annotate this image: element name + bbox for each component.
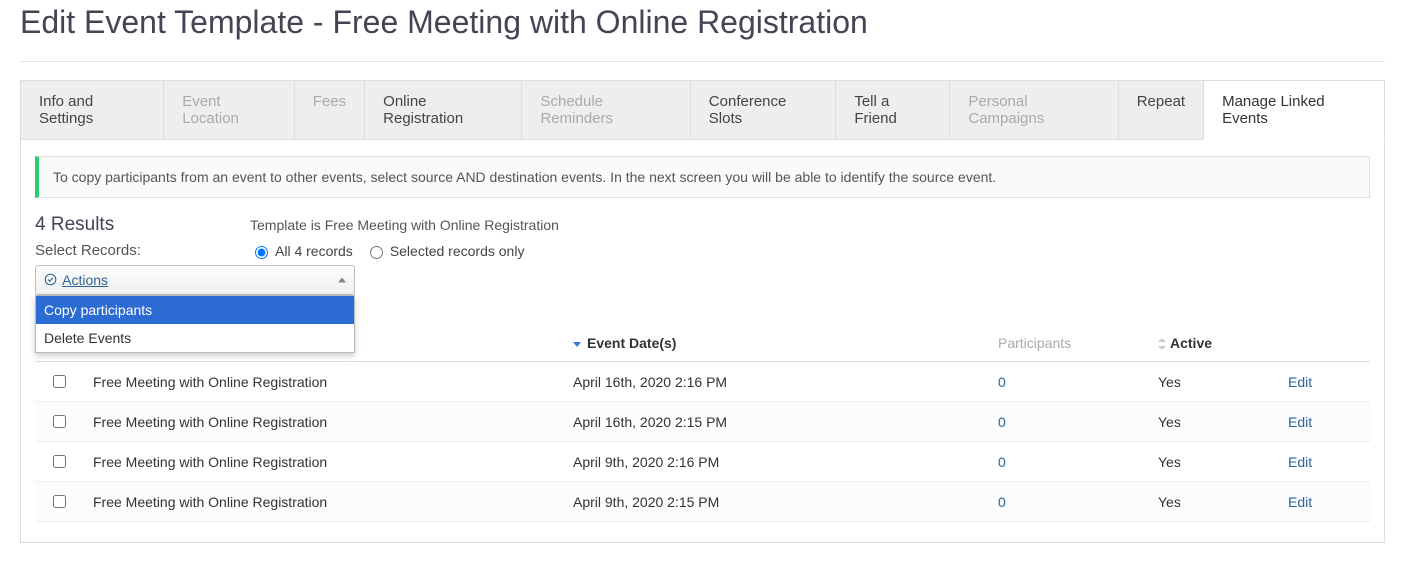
col-event-dates-label: Event Date(s): [587, 335, 676, 351]
cell-edit: Edit: [1280, 362, 1370, 402]
tab-fees: Fees: [294, 80, 364, 140]
cell-event: Free Meeting with Online Registration: [85, 362, 565, 402]
table-row: Free Meeting with Online RegistrationApr…: [35, 402, 1370, 442]
edit-link[interactable]: Edit: [1288, 454, 1312, 470]
table-row: Free Meeting with Online RegistrationApr…: [35, 482, 1370, 522]
col-participants-label: Participants: [998, 335, 1071, 351]
cell-date: April 16th, 2020 2:15 PM: [565, 402, 990, 442]
participants-link[interactable]: 0: [998, 494, 1006, 510]
check-circle-icon: [44, 273, 57, 286]
tab-repeat[interactable]: Repeat: [1118, 80, 1203, 140]
cell-date: April 9th, 2020 2:15 PM: [565, 482, 990, 522]
cell-active: Yes: [1150, 482, 1280, 522]
actions-label: Actions: [62, 272, 108, 288]
select-records-label: Select Records:: [35, 242, 250, 259]
col-event-dates[interactable]: Event Date(s): [565, 325, 990, 362]
participants-link[interactable]: 0: [998, 374, 1006, 390]
actions-menu-item-delete-events[interactable]: Delete Events: [36, 324, 354, 352]
info-message: To copy participants from an event to ot…: [35, 156, 1370, 198]
cell-active: Yes: [1150, 362, 1280, 402]
tab-manage-linked-events[interactable]: Manage Linked Events: [1203, 80, 1385, 140]
cell-event: Free Meeting with Online Registration: [85, 482, 565, 522]
events-table: Event Event Date(s) Participants Active …: [35, 325, 1370, 522]
radio-all-records-input[interactable]: [255, 246, 268, 259]
radio-selected-only-label: Selected records only: [390, 243, 525, 259]
edit-link[interactable]: Edit: [1288, 374, 1312, 390]
radio-selected-only-input[interactable]: [370, 246, 383, 259]
cell-participants: 0: [990, 482, 1150, 522]
cell-participants: 0: [990, 442, 1150, 482]
cell-active: Yes: [1150, 442, 1280, 482]
col-active[interactable]: Active: [1150, 325, 1280, 362]
cell-event: Free Meeting with Online Registration: [85, 402, 565, 442]
row-checkbox[interactable]: [53, 375, 66, 388]
cell-participants: 0: [990, 362, 1150, 402]
table-row: Free Meeting with Online RegistrationApr…: [35, 442, 1370, 482]
cell-date: April 9th, 2020 2:16 PM: [565, 442, 990, 482]
participants-link[interactable]: 0: [998, 454, 1006, 470]
cell-active: Yes: [1150, 402, 1280, 442]
tab-conference-slots[interactable]: Conference Slots: [690, 80, 836, 140]
page-title: Edit Event Template - Free Meeting with …: [20, 0, 1385, 62]
row-checkbox[interactable]: [53, 455, 66, 468]
tab-info-and-settings[interactable]: Info and Settings: [20, 80, 163, 140]
tab-online-registration[interactable]: Online Registration: [364, 80, 521, 140]
tabs-bar: Info and SettingsEvent LocationFeesOnlin…: [20, 80, 1385, 140]
col-active-label: Active: [1170, 335, 1212, 351]
cell-edit: Edit: [1280, 442, 1370, 482]
cell-date: April 16th, 2020 2:16 PM: [565, 362, 990, 402]
cell-edit: Edit: [1280, 482, 1370, 522]
tab-event-location: Event Location: [163, 80, 294, 140]
col-edit: [1280, 325, 1370, 362]
radio-all-records-label: All 4 records: [275, 243, 353, 259]
sort-neutral-icon: [1158, 338, 1166, 350]
cell-event: Free Meeting with Online Registration: [85, 442, 565, 482]
participants-link[interactable]: 0: [998, 414, 1006, 430]
col-participants[interactable]: Participants: [990, 325, 1150, 362]
tab-panel-manage-linked: To copy participants from an event to ot…: [20, 140, 1385, 543]
sort-desc-icon: [573, 342, 581, 347]
cell-participants: 0: [990, 402, 1150, 442]
actions-dropdown-menu: Copy participantsDelete Events: [35, 295, 355, 353]
tab-personal-campaigns: Personal Campaigns: [949, 80, 1117, 140]
row-checkbox[interactable]: [53, 495, 66, 508]
template-line: Template is Free Meeting with Online Reg…: [250, 217, 559, 233]
tab-tell-a-friend[interactable]: Tell a Friend: [835, 80, 949, 140]
cell-edit: Edit: [1280, 402, 1370, 442]
radio-all-records[interactable]: All 4 records: [250, 243, 353, 259]
tab-schedule-reminders: Schedule Reminders: [521, 80, 689, 140]
results-count: 4 Results: [35, 214, 250, 236]
radio-selected-only[interactable]: Selected records only: [365, 243, 525, 259]
row-checkbox[interactable]: [53, 415, 66, 428]
edit-link[interactable]: Edit: [1288, 414, 1312, 430]
actions-dropdown-button[interactable]: Actions: [35, 265, 355, 295]
actions-menu-item-copy-participants[interactable]: Copy participants: [36, 296, 354, 324]
chevron-up-icon: [338, 278, 346, 283]
edit-link[interactable]: Edit: [1288, 494, 1312, 510]
table-row: Free Meeting with Online RegistrationApr…: [35, 362, 1370, 402]
